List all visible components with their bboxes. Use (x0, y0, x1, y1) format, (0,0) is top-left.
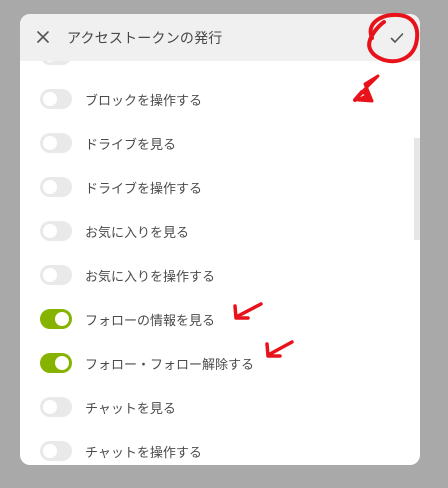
permission-row: お気に入りを操作する (20, 253, 420, 297)
permission-label: ドライブを操作する (85, 181, 203, 197)
permission-label: フォロー・フォロー解除する (85, 357, 255, 373)
close-button[interactable] (32, 26, 54, 48)
permission-toggle[interactable] (40, 61, 72, 65)
dialog-header: アクセストークンの発行 (20, 14, 420, 61)
permission-row: チャットを操作する (20, 429, 420, 465)
permission-list[interactable]: ブロックを操作する ドライブを見る ドライブを操作する お気に入りを見る お気に… (20, 61, 420, 465)
permission-label: フォローの情報を見る (85, 313, 216, 329)
permission-label: チャットを操作する (85, 445, 202, 461)
modal-backdrop[interactable]: アクセストークンの発行 ブロックを操作する ドライブを見る ドライブを操作する … (0, 0, 448, 488)
permission-row: チャットを見る (20, 385, 420, 429)
permission-toggle[interactable] (40, 397, 72, 417)
permission-toggle[interactable] (40, 441, 72, 461)
permission-label: お気に入りを見る (85, 225, 190, 241)
permission-toggle[interactable] (40, 265, 72, 285)
permission-row: ブロックを操作する (20, 77, 420, 121)
permission-row: フォロー・フォロー解除する (20, 341, 420, 385)
dialog-title: アクセストークンの発行 (67, 31, 223, 47)
close-icon (37, 28, 49, 47)
permission-label: ブロックを操作する (85, 93, 203, 109)
permission-row (20, 61, 420, 77)
permission-row: フォローの情報を見る (20, 297, 420, 341)
permission-label: お気に入りを操作する (85, 269, 216, 285)
permission-row: ドライブを見る (20, 121, 420, 165)
permission-toggle[interactable] (40, 177, 72, 197)
check-icon (390, 29, 404, 48)
permission-label: チャットを見る (85, 401, 176, 417)
scrollbar-thumb[interactable] (414, 138, 420, 240)
permission-toggle[interactable] (40, 221, 72, 241)
permission-row: お気に入りを見る (20, 209, 420, 253)
permission-row: ドライブを操作する (20, 165, 420, 209)
permission-toggle[interactable] (40, 309, 72, 329)
permission-toggle[interactable] (40, 353, 72, 373)
permission-label: ドライブを見る (85, 137, 177, 153)
permission-toggle[interactable] (40, 133, 72, 153)
confirm-button[interactable] (385, 26, 409, 50)
access-token-dialog: アクセストークンの発行 ブロックを操作する ドライブを見る ドライブを操作する … (20, 14, 420, 465)
permission-toggle[interactable] (40, 89, 72, 109)
